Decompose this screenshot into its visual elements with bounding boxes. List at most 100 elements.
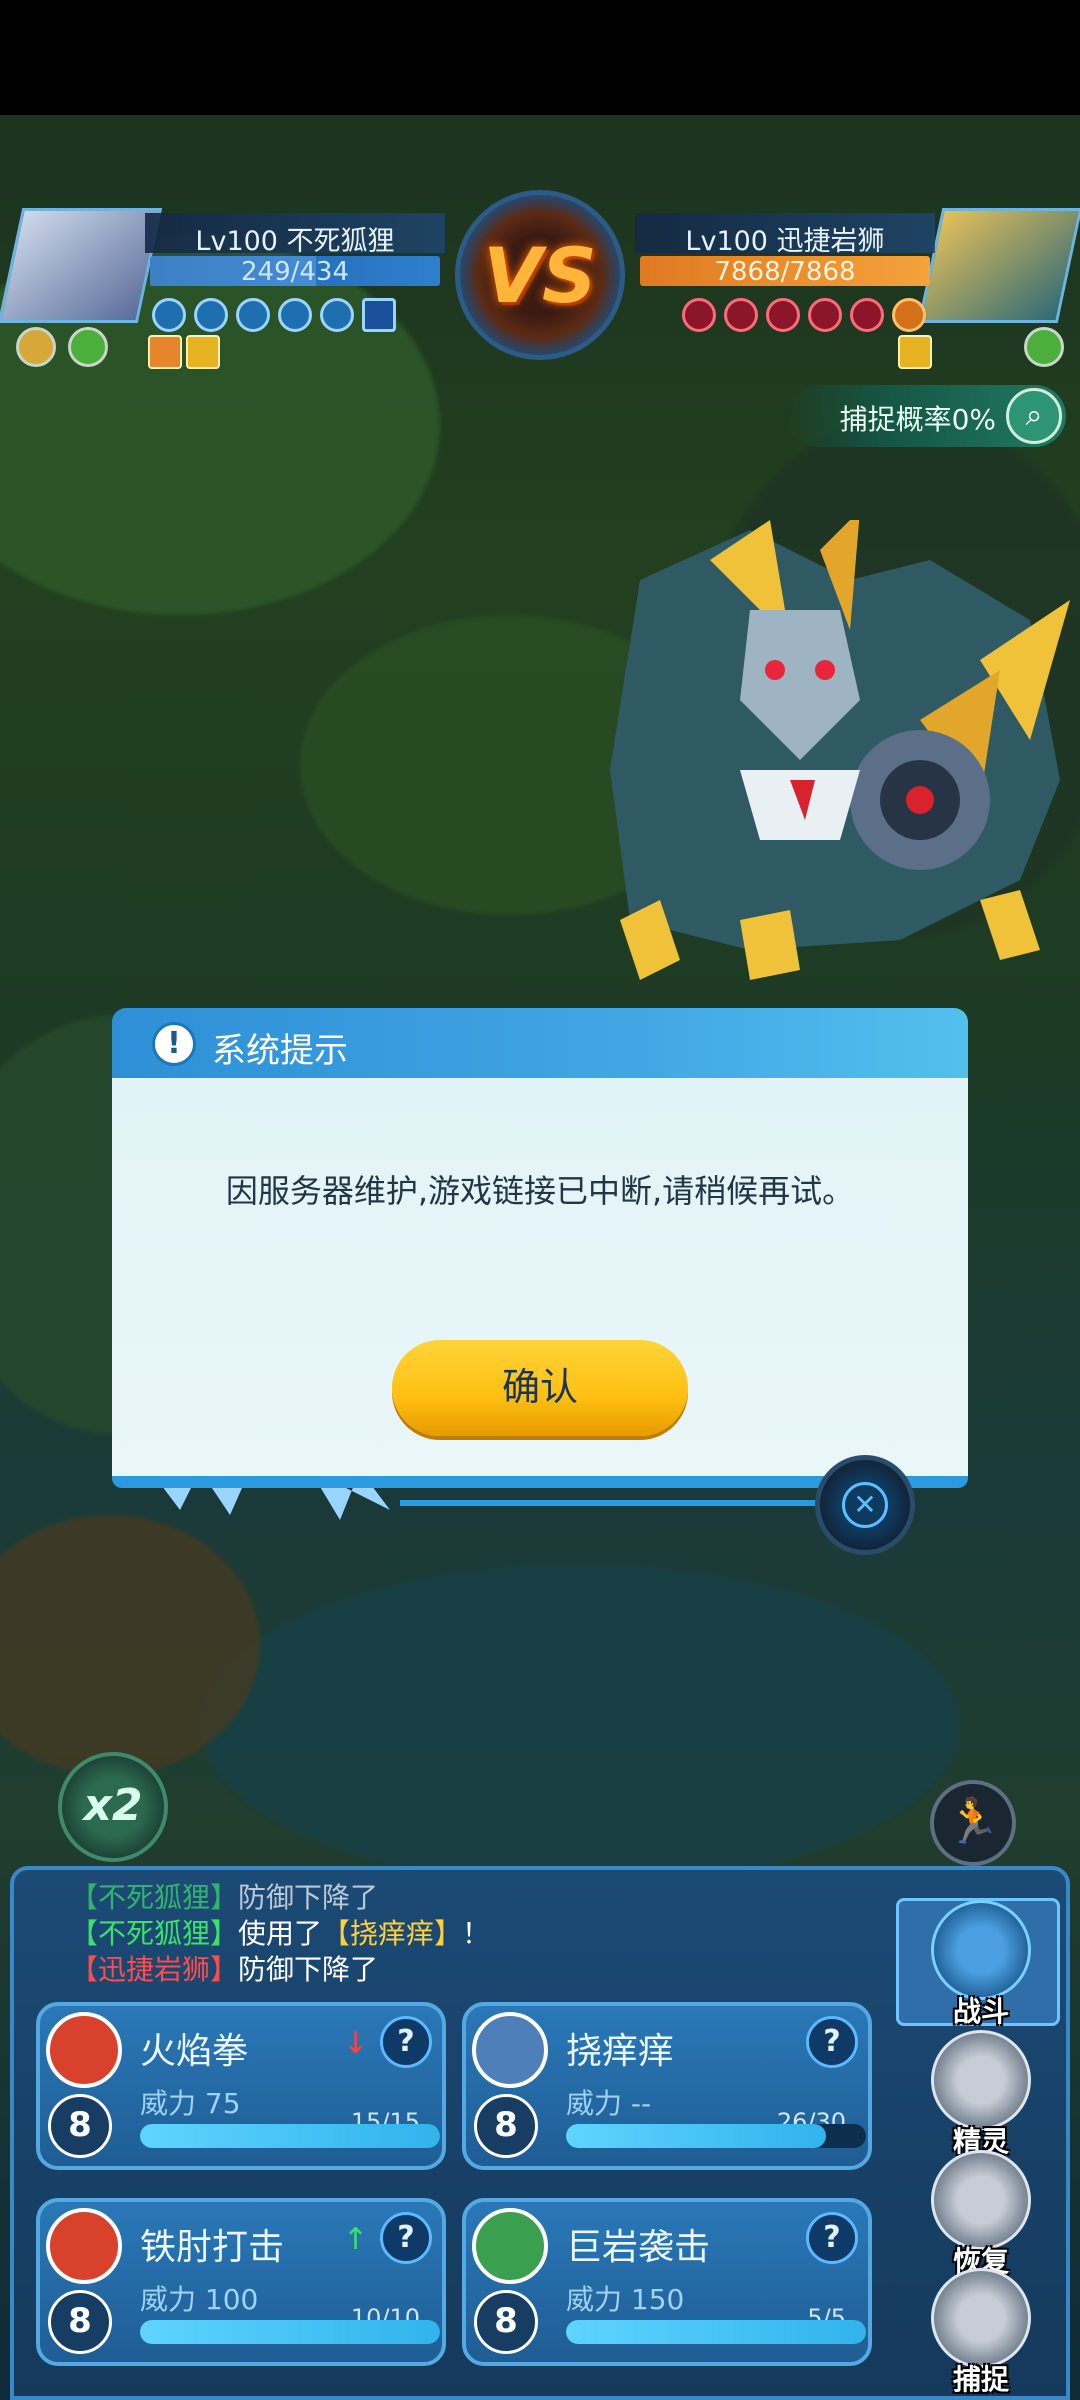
dialog-message: 因服务器维护,游戏链接已中断,请稍候再试。 — [225, 1172, 855, 1210]
dialog-accent-line — [400, 1500, 820, 1506]
player-hp-bar: 249/434 — [150, 256, 440, 287]
skill-pp-bar — [566, 2320, 866, 2344]
skill-name: 火焰拳 — [140, 2031, 249, 2072]
potion-icon — [931, 2150, 1031, 2250]
escape-button[interactable]: 🏃 — [930, 1780, 1016, 1866]
skill-help-button[interactable]: ? — [380, 2212, 432, 2264]
log-line: 【迅捷岩狮】防御下降了 — [70, 1952, 890, 1988]
player-portrait — [0, 208, 163, 323]
pet-icon — [931, 2030, 1031, 2130]
system-dialog: ! 系统提示 因服务器维护,游戏链接已中断,请稍候再试。 确认 — [112, 1008, 968, 1488]
log-actor: 【迅捷岩狮】 — [70, 1953, 239, 1986]
defense-up-icon: ↑ — [342, 2222, 368, 2257]
player-element-icon[interactable] — [68, 327, 108, 367]
skill-cost: 8 — [48, 2094, 112, 2158]
status-pip — [362, 298, 396, 332]
defense-down-icon: ↓ — [342, 2026, 368, 2061]
status-pip — [152, 298, 186, 332]
capsule-icon — [931, 2268, 1031, 2368]
status-pip — [320, 298, 354, 332]
status-pip — [682, 298, 716, 332]
catch-rate-text: 捕捉概率0% — [839, 403, 996, 436]
run-icon: 🏃 — [945, 1796, 1001, 1847]
player-name-strip: Lv100 不死狐狸 — [145, 213, 445, 257]
enemy-portrait — [917, 208, 1080, 323]
dialog-title: 系统提示 — [212, 1031, 348, 1071]
log-actor: 【不死狐狸】 — [70, 1917, 239, 1950]
player-hud: Lv100 不死狐狸 249/434 — [0, 208, 445, 323]
skill-card-boulder-strike[interactable]: 巨岩袭击 ? 威力 150 5/5 8 — [462, 2198, 872, 2366]
fire-icon — [46, 2012, 122, 2088]
enemy-name-strip: Lv100 迅捷岩狮 — [635, 213, 935, 257]
enemy-hp-text: 7868/7868 — [714, 257, 856, 287]
enemy-name: Lv100 迅捷岩狮 — [685, 226, 885, 257]
fist-icon — [46, 2208, 122, 2284]
log-actor: 【不死狐狸】 — [70, 1881, 239, 1914]
log-skill: 【挠痒痒】 — [322, 1917, 463, 1950]
player-element-icon[interactable] — [16, 327, 56, 367]
log-line: 【不死狐狸】使用了【挠痒痒】！ — [70, 1916, 890, 1952]
skill-power: 威力 75 — [140, 2087, 241, 2120]
log-tail: ！ — [462, 1917, 491, 1950]
player-name: Lv100 不死狐狸 — [195, 226, 395, 257]
status-pip — [892, 298, 926, 332]
skill-pp-bar — [140, 2124, 440, 2148]
side-menu-capture[interactable]: 捕捉 — [906, 2268, 1056, 2400]
status-pip — [194, 298, 228, 332]
skill-power: 威力 150 — [566, 2283, 685, 2316]
skill-name: 铁肘打击 — [140, 2227, 285, 2268]
enemy-status-pips — [682, 298, 926, 332]
skill-help-button[interactable]: ? — [806, 2016, 858, 2068]
battle-log: 【不死狐狸】防御下降了 【不死狐狸】使用了【挠痒痒】！ 【迅捷岩狮】防御下降了 — [70, 1880, 890, 1988]
skill-pp-fill — [566, 2320, 866, 2344]
side-menu-battle[interactable]: 战斗 — [906, 1900, 1056, 2040]
dialog-close-button[interactable]: ✕ — [815, 1455, 915, 1555]
player-buff-icon[interactable] — [186, 335, 220, 369]
enemy-element-icon[interactable] — [1024, 327, 1064, 367]
status-pip — [236, 298, 270, 332]
status-pip — [808, 298, 842, 332]
player-buff-icon[interactable] — [148, 335, 182, 369]
skill-card-tickle[interactable]: 挠痒痒 ? 威力 -- 26/30 8 — [462, 2002, 872, 2170]
enemy-buff-icon[interactable] — [898, 335, 932, 369]
enemy-monster-sprite — [610, 520, 1070, 980]
log-text: 使用了 — [238, 1917, 323, 1950]
exclamation-icon: ! — [152, 1022, 196, 1066]
status-pip — [278, 298, 312, 332]
sword-icon — [931, 1900, 1031, 2000]
skill-pp-fill — [140, 2320, 440, 2344]
skill-pp-bar — [566, 2124, 866, 2148]
skill-name: 巨岩袭击 — [566, 2227, 711, 2268]
speed-toggle-button[interactable]: x2 — [58, 1752, 168, 1862]
side-menu-pets[interactable]: 精灵 — [906, 2030, 1056, 2170]
skill-cost: 8 — [474, 2290, 538, 2354]
status-bar — [0, 0, 1080, 115]
vs-emblem: VS — [455, 190, 625, 360]
side-menu-label: 战斗 — [952, 1995, 1009, 2028]
skill-cost: 8 — [474, 2094, 538, 2158]
skill-pp-fill — [566, 2124, 827, 2148]
skill-card-iron-elbow[interactable]: 铁肘打击 ↑ ? 威力 100 10/10 8 — [36, 2198, 446, 2366]
skill-power: 威力 -- — [566, 2087, 652, 2120]
log-line: 【不死狐狸】防御下降了 — [70, 1880, 890, 1916]
side-menu-label: 捕捉 — [952, 2363, 1009, 2396]
dialog-header: ! 系统提示 — [112, 1008, 968, 1078]
skill-pp-bar — [140, 2320, 440, 2344]
log-text: 防御下降了 — [238, 1953, 379, 1986]
status-pip — [724, 298, 758, 332]
catch-rate-pill[interactable]: 捕捉概率0% ⌕ — [786, 385, 1066, 447]
enemy-hud: Lv100 迅捷岩狮 7868/7868 — [635, 208, 1080, 323]
skill-card-fire-punch[interactable]: 火焰拳 ↓ ? 威力 75 15/15 8 — [36, 2002, 446, 2170]
skill-help-button[interactable]: ? — [806, 2212, 858, 2264]
target-icon — [472, 2012, 548, 2088]
skill-help-button[interactable]: ? — [380, 2016, 432, 2068]
player-status-pips — [152, 298, 396, 332]
enemy-hp-bar: 7868/7868 — [640, 256, 930, 287]
vs-label: VS — [483, 230, 597, 320]
battle-screen: Lv100 不死狐狸 249/434 VS Lv100 迅捷岩狮 7868/78… — [0, 0, 1080, 2400]
magnifier-icon[interactable]: ⌕ — [1006, 388, 1062, 444]
skill-power: 威力 100 — [140, 2283, 259, 2316]
confirm-button[interactable]: 确认 — [392, 1340, 688, 1436]
dialog-body: 因服务器维护,游戏链接已中断,请稍候再试。 确认 — [112, 1078, 968, 1488]
skill-name: 挠痒痒 — [566, 2031, 675, 2072]
